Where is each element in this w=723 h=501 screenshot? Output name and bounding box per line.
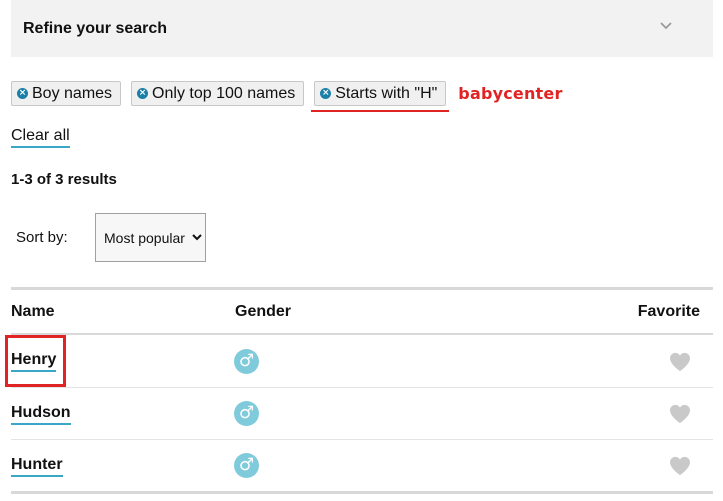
column-header-favorite: Favorite: [637, 303, 700, 320]
male-icon: ♂: [234, 453, 259, 478]
row-divider: [11, 439, 713, 440]
sort-label: Sort by:: [16, 229, 68, 246]
chevron-down-icon[interactable]: [659, 19, 673, 33]
filter-chip-label: Only top 100 names: [152, 84, 296, 102]
filter-chip-top-100[interactable]: × Only top 100 names: [131, 81, 305, 106]
remove-filter-icon[interactable]: ×: [17, 88, 28, 99]
sort-select[interactable]: Most popular: [95, 213, 206, 262]
active-filters: × Boy names × Only top 100 names × Start…: [11, 81, 563, 112]
annotation-underline: [311, 110, 450, 112]
column-header-gender: Gender: [235, 303, 292, 320]
results-count: 1-3 of 3 results: [11, 171, 117, 188]
annotation-highlight-box: [5, 335, 66, 387]
brand-watermark: babycenter: [458, 84, 563, 103]
clear-all-link[interactable]: Clear all: [11, 127, 70, 148]
table-top-border: [11, 287, 713, 290]
heart-icon[interactable]: [669, 456, 691, 476]
filter-chip-boy-names[interactable]: × Boy names: [11, 81, 122, 106]
male-icon: ♂: [234, 401, 259, 426]
name-link-hudson[interactable]: Hudson: [11, 404, 71, 425]
row-divider: [11, 387, 713, 388]
column-header-name: Name: [11, 303, 55, 320]
refine-title: Refine your search: [23, 20, 168, 37]
male-icon: ♂: [234, 349, 259, 374]
remove-filter-icon[interactable]: ×: [320, 88, 332, 99]
table-bottom-border: [11, 491, 713, 494]
filter-chip-label: Boy names: [32, 84, 113, 102]
refine-search-bar[interactable]: Refine your search: [11, 0, 713, 57]
filter-chip-wrapper: × Starts with "H": [311, 81, 450, 112]
name-link-hunter[interactable]: Hunter: [11, 456, 63, 477]
filter-chip-label: Starts with "H": [335, 84, 438, 102]
filter-chip-starts-with[interactable]: × Starts with "H": [314, 81, 447, 106]
heart-icon[interactable]: [669, 352, 691, 372]
heart-icon[interactable]: [669, 404, 691, 424]
remove-filter-icon[interactable]: ×: [137, 88, 149, 99]
header-divider: [11, 333, 713, 335]
